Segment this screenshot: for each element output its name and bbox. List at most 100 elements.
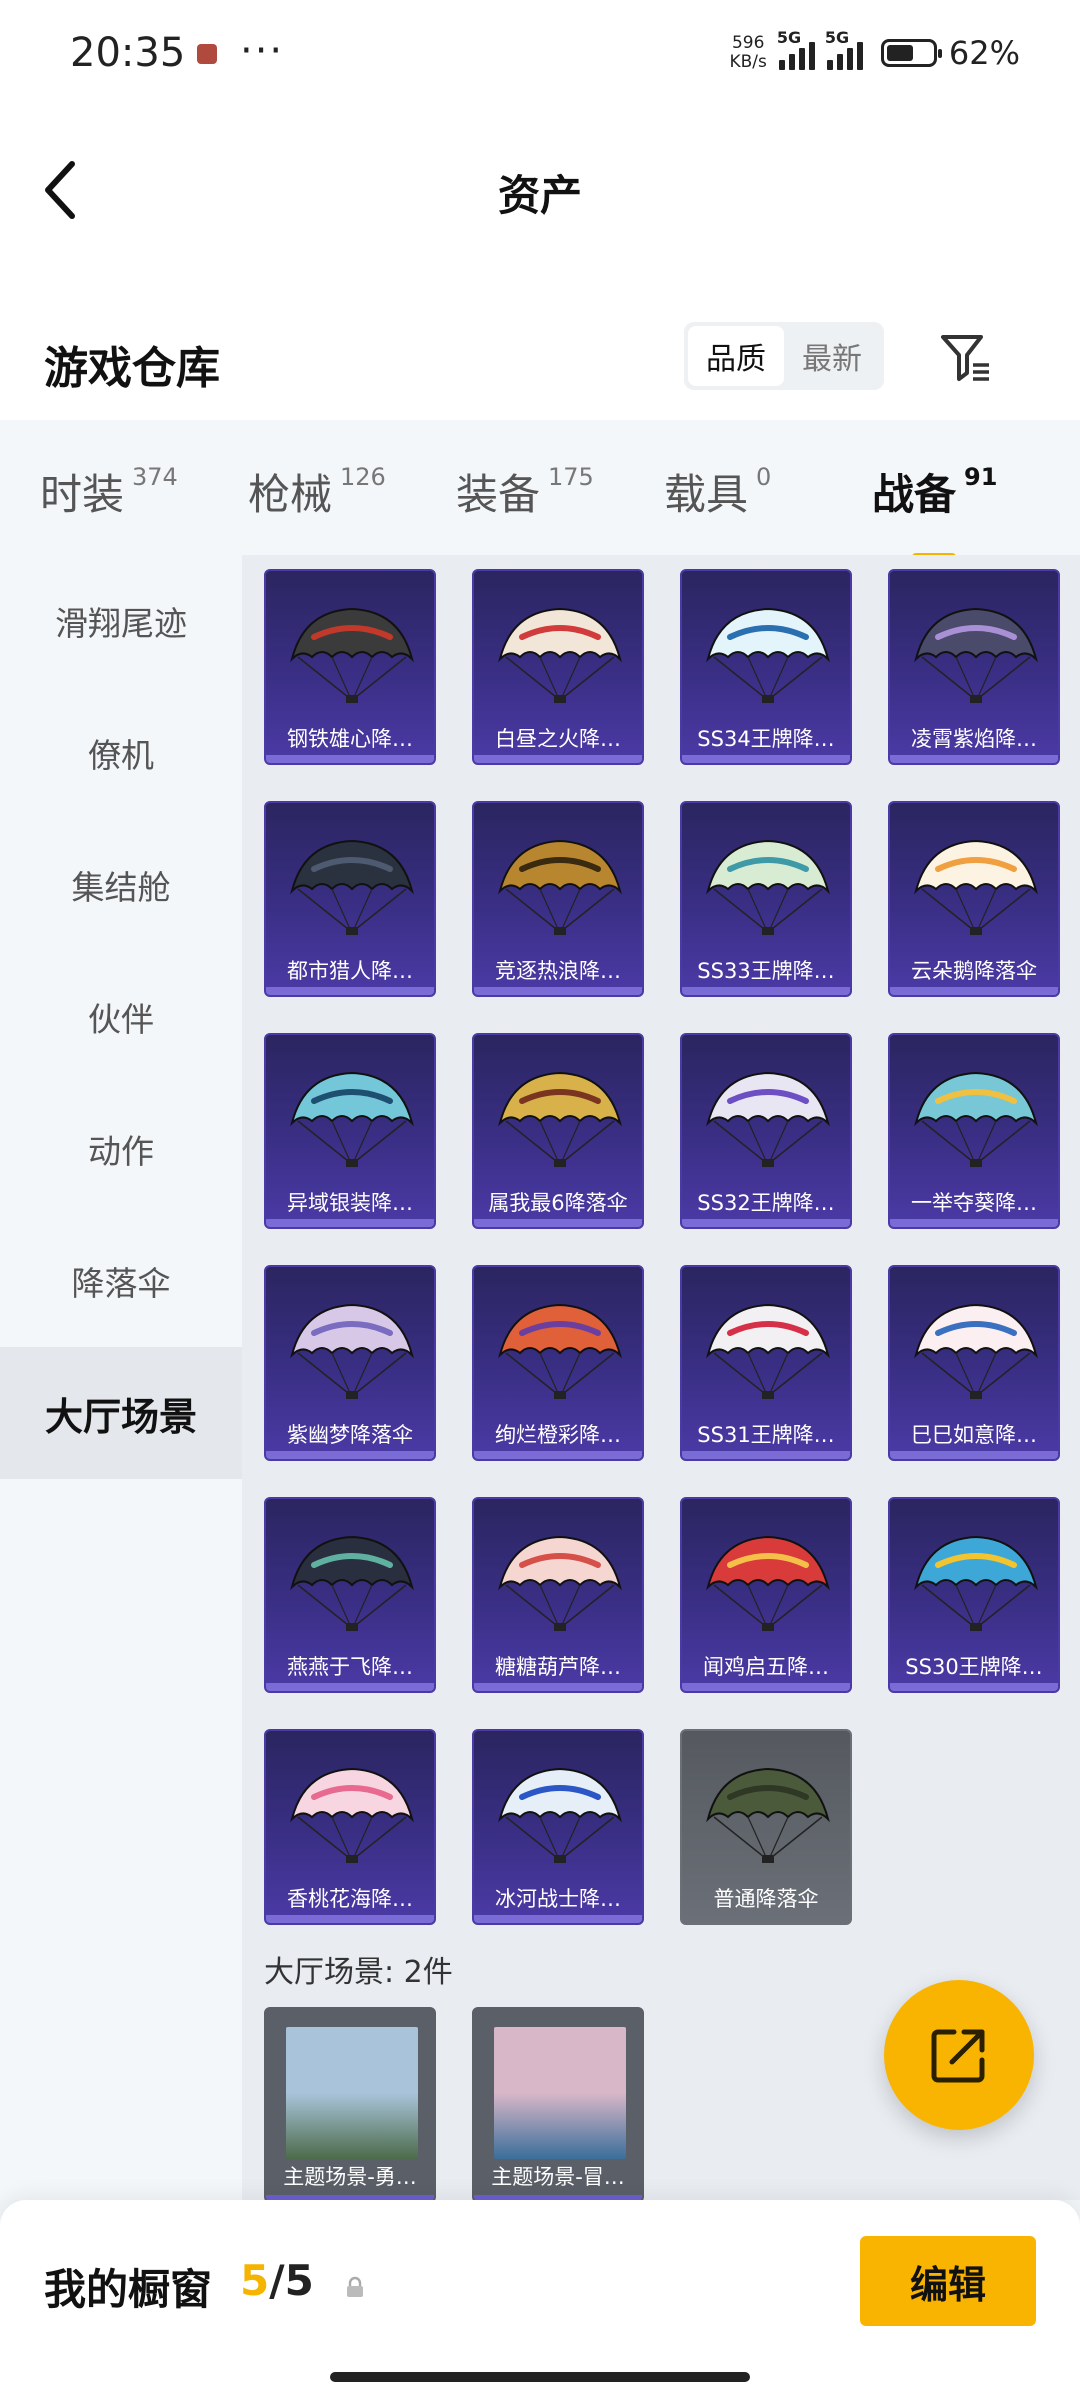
tab-vehicles[interactable]: 载具 0 [664,453,872,523]
item-card[interactable]: 凌霄紫焰降… [888,569,1060,765]
sort-toggle: 品质 最新 [684,322,884,390]
item-card[interactable]: 云朵鹅降落伞 [888,801,1060,997]
item-card[interactable]: SS34王牌降… [680,569,852,765]
sort-option-quality[interactable]: 品质 [688,326,784,386]
signal-1-label: 5G [776,28,802,47]
parachute-icon [290,1071,414,1167]
rarity-bar [682,755,850,763]
item-card[interactable]: 一举夺葵降… [888,1033,1060,1229]
showcase-bar: 我的橱窗 5/5 编辑 [0,2200,1080,2400]
sidebar-item-companion[interactable]: 伙伴 [0,951,242,1083]
rarity-bar [682,1451,850,1459]
tab-label: 装备 [456,469,541,519]
item-card[interactable]: 闻鸡启五降… [680,1497,852,1693]
rarity-bar [682,1915,850,1923]
parachute-icon [498,839,622,935]
item-name: 糖糖葫芦降… [495,1655,621,1679]
sidebar-item-emote[interactable]: 动作 [0,1083,242,1215]
sidebar-item-lobby-scene[interactable]: 大厅场景 [0,1347,242,1479]
item-card[interactable]: 普通降落伞 [680,1729,852,1925]
item-name: 凌霄紫焰降… [911,727,1037,751]
tab-count: 175 [548,462,594,491]
item-grid-area: 钢铁雄心降… 白昼之火降… SS34王牌降… 凌霄紫焰降… 都市猎人降… 竞逐热浪降… SS… [242,555,1080,2200]
rarity-bar [474,1219,642,1227]
signal-icon-1: 5G [777,28,815,70]
rarity-bar [266,1219,434,1227]
parachute-icon [498,1071,622,1167]
filter-button[interactable] [930,322,1000,392]
item-name: SS33王牌降… [697,959,835,983]
rarity-bar [474,1915,642,1923]
parachute-icon [498,607,622,703]
item-name: 冰河战士降… [495,1887,621,1911]
sort-option-newest[interactable]: 最新 [784,326,880,386]
item-card[interactable]: SS32王牌降… [680,1033,852,1229]
item-card[interactable]: 绚烂橙彩降… [472,1265,644,1461]
parachute-icon [498,1303,622,1399]
item-card[interactable]: 紫幽梦降落伞 [264,1265,436,1461]
rarity-bar [682,987,850,995]
sidebar-item-glide-trail[interactable]: 滑翔尾迹 [0,555,242,687]
showcase-current: 5 [240,2256,270,2305]
parachute-icon [914,607,1038,703]
showcase-count: 5/5 [240,2256,314,2305]
tab-label: 载具 [664,469,749,519]
item-card[interactable]: 香桃花海降… [264,1729,436,1925]
rarity-bar [474,1451,642,1459]
parachute-icon [290,839,414,935]
item-name: 属我最6降落伞 [488,1191,628,1215]
rarity-bar [890,755,1058,763]
rarity-bar [890,1219,1058,1227]
parachute-icon [914,1071,1038,1167]
item-card[interactable]: SS30王牌降… [888,1497,1060,1693]
item-name: 异域银装降… [287,1191,413,1215]
item-card[interactable]: 竞逐热浪降… [472,801,644,997]
rarity-bar [266,987,434,995]
item-card[interactable]: 异域银装降… [264,1033,436,1229]
tab-guns[interactable]: 枪械 126 [248,453,456,523]
sidebar-item-rally-pod[interactable]: 集结舱 [0,819,242,951]
parachute-icon [706,1071,830,1167]
item-card[interactable]: 都市猎人降… [264,801,436,997]
item-name: 一举夺葵降… [911,1191,1037,1215]
item-card[interactable]: 糖糖葫芦降… [472,1497,644,1693]
parachute-icon [914,1535,1038,1631]
item-name: 绚烂橙彩降… [495,1423,621,1447]
tab-count: 91 [964,462,998,491]
sidebar-item-parachute[interactable]: 降落伞 [0,1215,242,1347]
lobby-scene-card[interactable]: 主题场景-勇… [264,2007,436,2200]
item-card[interactable]: SS31王牌降… [680,1265,852,1461]
lobby-scene-card[interactable]: 主题场景-冒… [472,2007,644,2200]
item-name: 普通降落伞 [713,1887,819,1911]
item-name: 香桃花海降… [287,1887,413,1911]
tab-count: 0 [756,462,772,491]
tab-equipment[interactable]: 装备 175 [456,453,664,523]
subcategory-sidebar: 滑翔尾迹 僚机 集结舱 伙伴 动作 降落伞 大厅场景 [0,555,242,2200]
scene-thumbnail [286,2027,418,2159]
item-card[interactable]: SS33王牌降… [680,801,852,997]
rarity-bar [266,1683,434,1691]
item-card[interactable]: 白昼之火降… [472,569,644,765]
sidebar-item-wingman[interactable]: 僚机 [0,687,242,819]
showcase-separator: / [269,2256,285,2305]
scene-name: 主题场景-冒… [491,2165,625,2189]
parachute-icon [290,1767,414,1863]
item-card[interactable]: 燕燕于飞降… [264,1497,436,1693]
battery-percent: 62% [948,34,1020,72]
item-card[interactable]: 冰河战士降… [472,1729,644,1925]
rarity-bar [474,755,642,763]
signal-2-label: 5G [824,28,850,47]
tab-fashion[interactable]: 时装 374 [40,453,248,523]
rarity-bar [266,755,434,763]
rarity-bar [474,1683,642,1691]
item-name: 云朵鹅降落伞 [911,959,1037,983]
home-indicator[interactable] [330,2372,750,2382]
item-card[interactable]: 巳巳如意降… [888,1265,1060,1461]
nav-bar: 资产 [0,110,1080,270]
warehouse-title: 游戏仓库 [44,343,220,394]
edit-button[interactable]: 编辑 [860,2236,1036,2326]
tab-battle-gear[interactable]: 战备 91 [872,453,1080,561]
item-card[interactable]: 钢铁雄心降… [264,569,436,765]
item-card[interactable]: 属我最6降落伞 [472,1033,644,1229]
share-button[interactable] [884,1980,1034,2130]
